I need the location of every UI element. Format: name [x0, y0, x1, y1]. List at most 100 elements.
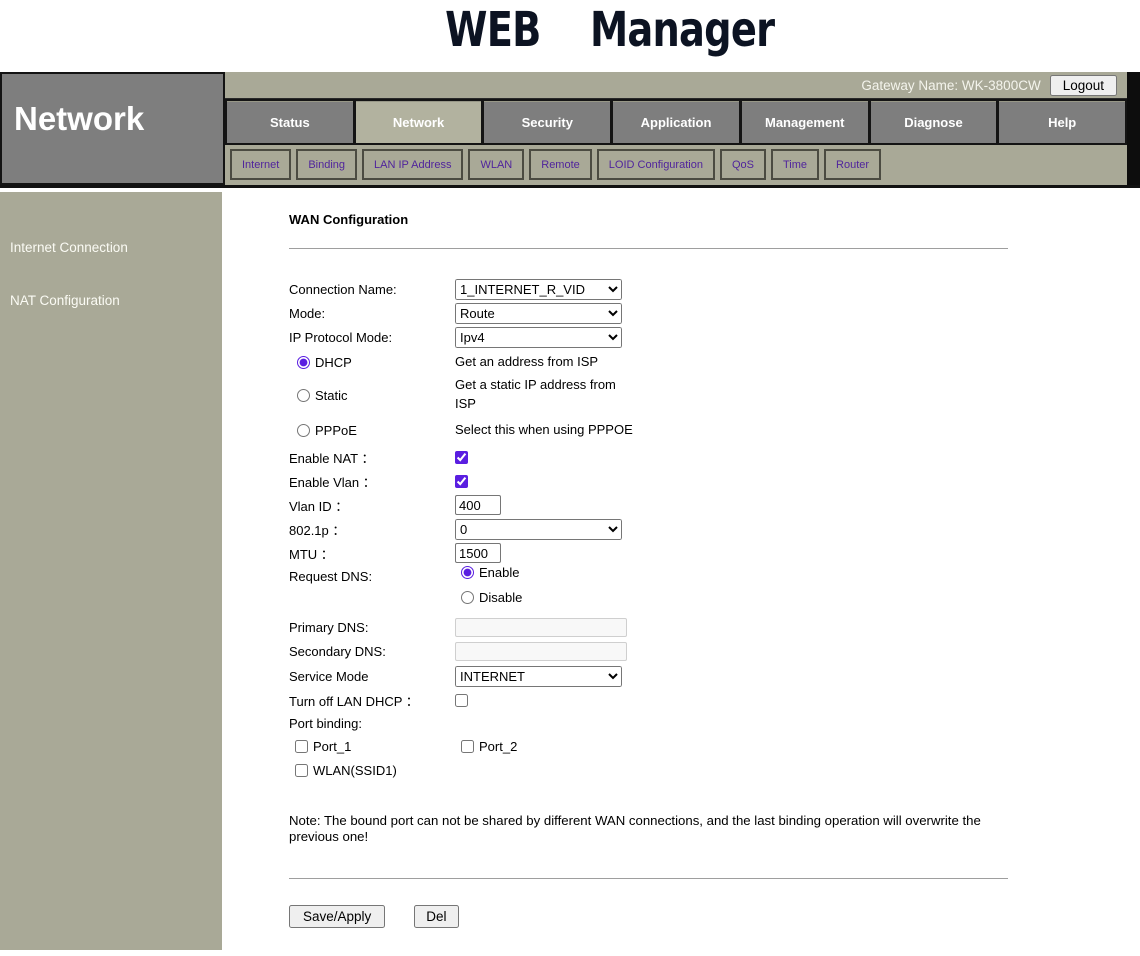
port2-label: Port_2: [479, 739, 517, 754]
tab-diagnose[interactable]: Diagnose: [871, 101, 997, 143]
static-radio-label: Static: [315, 388, 348, 403]
connection-name-select[interactable]: 1_INTERNET_R_VID: [455, 279, 622, 300]
pppoe-radio[interactable]: [297, 424, 310, 437]
ip-protocol-mode-row: IP Protocol Mode: Ipv4: [289, 325, 1009, 349]
page: WEB Manager Network Gateway Name: WK-380…: [0, 0, 1140, 956]
primary-dns-row: Primary DNS:: [289, 615, 1009, 639]
dhcp-row: DHCP Get an address from ISP: [289, 349, 1009, 375]
masthead: WEB Manager: [0, 0, 1140, 72]
port-binding-label: Port binding:: [289, 716, 455, 731]
enable-vlan-label: Enable Vlan ：: [289, 472, 455, 491]
button-row: Save/Apply Del: [289, 905, 1009, 928]
connection-name-row: Connection Name: 1_INTERNET_R_VID: [289, 277, 1009, 301]
enable-nat-checkbox[interactable]: [455, 451, 468, 464]
tab-help[interactable]: Help: [999, 101, 1125, 143]
ip-protocol-select[interactable]: Ipv4: [455, 327, 622, 348]
tab-network[interactable]: Network: [356, 101, 482, 143]
static-radio[interactable]: [297, 389, 310, 402]
wlan-ssid1-option: WLAN(SSID1): [289, 763, 455, 778]
8021p-select[interactable]: 0: [455, 519, 622, 540]
subtab-loid-configuration[interactable]: LOID Configuration: [597, 149, 715, 180]
divider-top: [289, 248, 1008, 249]
main-nav: Status Network Security Application Mana…: [225, 99, 1127, 145]
lan-dhcp-row: Turn off LAN DHCP ：: [289, 689, 1009, 711]
page-heading: WAN Configuration: [289, 212, 1009, 227]
service-mode-label: Service Mode: [289, 669, 455, 684]
request-dns-enable-radio[interactable]: [461, 566, 474, 579]
sub-nav: Internet Binding LAN IP Address WLAN Rem…: [225, 145, 1127, 184]
lan-dhcp-label: Turn off LAN DHCP ：: [289, 691, 455, 710]
dhcp-radio[interactable]: [297, 356, 310, 369]
mtu-label: MTU ：: [289, 544, 455, 563]
service-mode-select[interactable]: INTERNET: [455, 666, 622, 687]
connection-name-label: Connection Name:: [289, 282, 455, 297]
mtu-row: MTU ：: [289, 541, 1009, 565]
del-button[interactable]: Del: [414, 905, 458, 928]
port-binding-row-1: Port_1 Port_2: [289, 735, 1009, 758]
secondary-dns-label: Secondary DNS:: [289, 644, 455, 659]
secondary-dns-input: [455, 642, 627, 661]
mtu-input[interactable]: [455, 543, 501, 563]
primary-dns-input: [455, 618, 627, 637]
mode-label: Mode:: [289, 306, 455, 321]
wan-configuration-form: WAN Configuration Connection Name: 1_INT…: [289, 212, 1009, 928]
page-title: WEB Manager: [445, 2, 774, 58]
subtab-time[interactable]: Time: [771, 149, 819, 180]
tab-status[interactable]: Status: [227, 101, 353, 143]
divider-bottom: [289, 878, 1008, 879]
static-row: Static Get a static IP address from ISP: [289, 375, 1009, 415]
content: WAN Configuration Connection Name: 1_INT…: [222, 188, 1140, 956]
sidebar-item-internet-connection[interactable]: Internet Connection: [0, 192, 222, 255]
port2-option: Port_2: [455, 739, 621, 754]
save-apply-button[interactable]: Save/Apply: [289, 905, 385, 928]
gateway-strip: Gateway Name: WK-3800CW Logout: [225, 72, 1127, 99]
subtab-internet[interactable]: Internet: [230, 149, 291, 180]
tab-management[interactable]: Management: [742, 101, 868, 143]
mode-row: Mode: Route: [289, 301, 1009, 325]
header-right: Gateway Name: WK-3800CW Logout Status Ne…: [225, 72, 1127, 185]
subtab-remote[interactable]: Remote: [529, 149, 592, 180]
request-dns-disable-label: Disable: [479, 590, 522, 605]
pppoe-description: Select this when using PPPOE: [455, 421, 635, 440]
port2-checkbox[interactable]: [461, 740, 474, 753]
pppoe-radio-label: PPPoE: [315, 423, 357, 438]
tab-security[interactable]: Security: [484, 101, 610, 143]
port1-label: Port_1: [313, 739, 351, 754]
gateway-name: Gateway Name: WK-3800CW: [861, 78, 1040, 93]
section-title: Network: [0, 72, 225, 185]
sidebar-item-nat-configuration[interactable]: NAT Configuration: [0, 255, 222, 308]
pppoe-row: PPPoE Select this when using PPPOE: [289, 415, 1009, 445]
8021p-row: 802.1p ： 0: [289, 517, 1009, 541]
ip-protocol-mode-label: IP Protocol Mode:: [289, 330, 455, 345]
subtab-router[interactable]: Router: [824, 149, 881, 180]
subtab-qos[interactable]: QoS: [720, 149, 766, 180]
dhcp-radio-label: DHCP: [315, 355, 352, 370]
mode-select[interactable]: Route: [455, 303, 622, 324]
subtab-lan-ip-address[interactable]: LAN IP Address: [362, 149, 463, 180]
tab-application[interactable]: Application: [613, 101, 739, 143]
subtab-binding[interactable]: Binding: [296, 149, 357, 180]
enable-vlan-row: Enable Vlan ：: [289, 469, 1009, 493]
port-binding-label-row: Port binding:: [289, 711, 1009, 735]
sidebar: Internet Connection NAT Configuration: [0, 192, 222, 950]
header: Network Gateway Name: WK-3800CW Logout S…: [0, 72, 1140, 188]
enable-vlan-checkbox[interactable]: [455, 475, 468, 488]
note-text: Note: The bound port can not be shared b…: [289, 813, 994, 846]
request-dns-enable-label: Enable: [479, 565, 519, 580]
primary-dns-label: Primary DNS:: [289, 620, 455, 635]
enable-nat-row: Enable NAT ：: [289, 445, 1009, 469]
header-right-strip: [1127, 72, 1140, 185]
request-dns-disable-radio[interactable]: [461, 591, 474, 604]
port1-option: Port_1: [289, 739, 455, 754]
subtab-wlan[interactable]: WLAN: [468, 149, 524, 180]
wlan-ssid1-checkbox[interactable]: [295, 764, 308, 777]
enable-nat-label: Enable NAT ：: [289, 448, 455, 467]
logout-button[interactable]: Logout: [1050, 75, 1117, 96]
8021p-label: 802.1p ：: [289, 520, 455, 539]
secondary-dns-row: Secondary DNS:: [289, 639, 1009, 663]
vlan-id-input[interactable]: [455, 495, 501, 515]
dhcp-description: Get an address from ISP: [455, 353, 635, 372]
lan-dhcp-checkbox[interactable]: [455, 694, 468, 707]
port1-checkbox[interactable]: [295, 740, 308, 753]
request-dns-disable-option: Disable: [461, 590, 522, 605]
